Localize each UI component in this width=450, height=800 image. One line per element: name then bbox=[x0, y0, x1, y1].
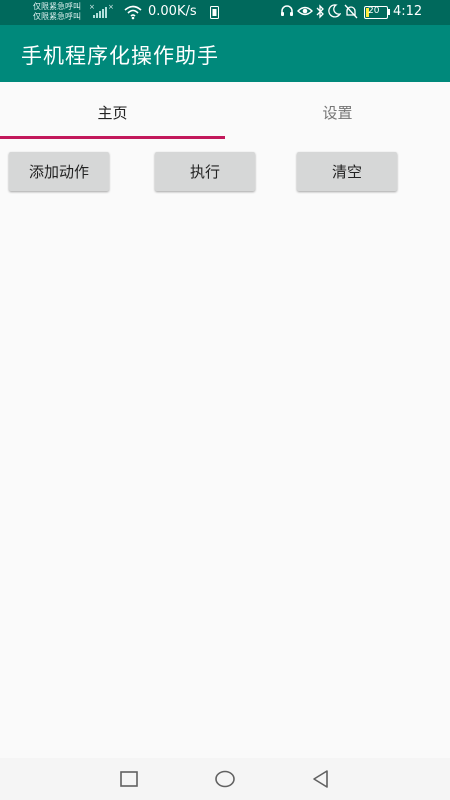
mute-bell-icon bbox=[344, 4, 358, 19]
wifi-icon bbox=[124, 5, 142, 20]
back-icon[interactable] bbox=[309, 768, 333, 790]
clear-button[interactable]: 清空 bbox=[297, 152, 397, 191]
signal-icon bbox=[93, 6, 107, 18]
battery-icon: 20 bbox=[364, 6, 388, 19]
carrier-line-2: 仅限紧急呼叫 bbox=[33, 12, 81, 21]
recents-icon[interactable] bbox=[117, 768, 141, 790]
tab-settings[interactable]: 设置 bbox=[225, 82, 450, 140]
no-sim-icon-2: × bbox=[108, 3, 114, 11]
add-action-button[interactable]: 添加动作 bbox=[9, 152, 109, 191]
battery-level: 20 bbox=[368, 6, 380, 16]
status-bar: 仅限紧急呼叫 仅限紧急呼叫 × × 0.00K/s 20 4:12 bbox=[0, 0, 450, 25]
clock: 4:12 bbox=[393, 4, 423, 19]
carrier-line-1: 仅限紧急呼叫 bbox=[33, 2, 81, 11]
headset-icon bbox=[281, 5, 293, 16]
network-speed: 0.00K/s bbox=[148, 4, 197, 19]
battery-cap bbox=[388, 9, 390, 15]
home-icon[interactable] bbox=[213, 768, 237, 790]
navigation-bar bbox=[0, 758, 450, 800]
eye-icon bbox=[297, 6, 313, 16]
bluetooth-icon bbox=[316, 4, 324, 19]
run-button[interactable]: 执行 bbox=[155, 152, 255, 191]
app-bar: 手机程序化操作助手 bbox=[0, 25, 450, 82]
tab-bar: 主页 设置 bbox=[0, 82, 450, 140]
tab-indicator bbox=[0, 136, 225, 139]
download-icon bbox=[210, 6, 219, 19]
moon-icon bbox=[328, 4, 341, 18]
tab-home[interactable]: 主页 bbox=[0, 82, 225, 140]
app-title: 手机程序化操作助手 bbox=[21, 44, 219, 68]
action-list bbox=[0, 200, 450, 755]
carrier-text: 仅限紧急呼叫 仅限紧急呼叫 bbox=[33, 2, 81, 22]
